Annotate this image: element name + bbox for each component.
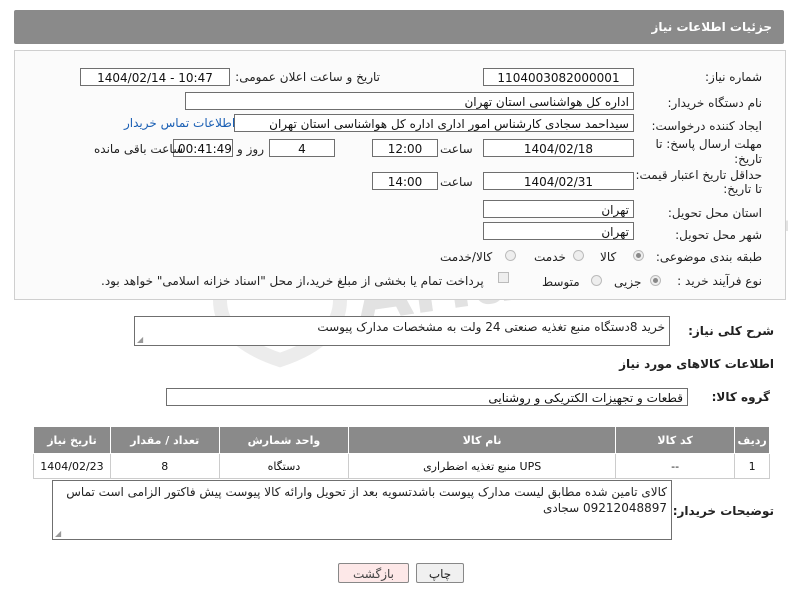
process-label: نوع فرآیند خرید :	[677, 274, 762, 288]
requester-label: ایجاد کننده درخواست:	[651, 119, 762, 133]
col-row: ردیف	[734, 426, 770, 454]
buyer-notes-line2: 09212048897 سجادی	[543, 501, 667, 515]
page-title: جزئیات اطلاعات نیاز	[651, 20, 772, 34]
process-medium-radio[interactable]	[591, 275, 602, 286]
goods-group-label: گروه کالا:	[711, 390, 770, 404]
cell-name: منبع تغذیه اضطراری UPS	[348, 453, 617, 479]
col-need-date: تاریخ نیاز	[33, 426, 111, 454]
col-quantity: تعداد / مقدار	[109, 426, 220, 454]
price-validity-label-line2: تا تاریخ:	[723, 182, 762, 196]
deadline-label-line2: تاریخ:	[734, 152, 762, 166]
requester-field: سیداحمد سجادی کارشناس امور اداری اداره ک…	[234, 114, 634, 132]
announce-label: تاریخ و ساعت اعلان عمومی:	[235, 70, 380, 84]
remaining-time-label: ساعت باقی مانده	[94, 142, 184, 156]
deadline-time-field: 12:00	[372, 139, 438, 157]
print-button[interactable]: چاپ	[416, 563, 464, 583]
goods-table-header: تاریخ نیاز تعداد / مقدار واحد شمارش نام …	[33, 426, 770, 454]
category-goods-service-label: کالا/خدمت	[440, 250, 493, 264]
deadline-label-line1: مهلت ارسال پاسخ: تا	[655, 137, 762, 151]
category-label: طبقه بندی موضوعی:	[655, 250, 762, 264]
cell-unit: دستگاه	[218, 453, 350, 479]
buyer-org-label: نام دستگاه خریدار:	[667, 96, 763, 110]
col-name: نام کالا	[348, 426, 617, 454]
process-medium-label: متوسط	[542, 275, 580, 289]
treasury-payment-note: پرداخت تمام یا بخشی از مبلغ خرید،از محل …	[101, 274, 484, 288]
table-row: 1404/02/23 8 دستگاه منبع تغذیه اضطراری U…	[33, 453, 770, 479]
province-label: استان محل تحویل:	[667, 206, 762, 220]
need-number-label: شماره نیاز:	[705, 70, 762, 84]
province-field: تهران	[483, 200, 634, 218]
announce-field: 1404/02/14 - 10:47	[80, 68, 230, 86]
page-header: جزئیات اطلاعات نیاز	[14, 10, 784, 44]
category-service-radio[interactable]	[573, 250, 584, 261]
cell-row: 1	[734, 453, 770, 479]
city-label: شهر محل تحویل:	[675, 228, 762, 242]
price-validity-label-line1: حداقل تاریخ اعتبار قیمت:	[635, 168, 762, 182]
category-goods-radio[interactable]	[633, 250, 644, 261]
goods-section-title: اطلاعات کالاهای مورد نیاز	[619, 357, 774, 371]
price-validity-time-label: ساعت	[440, 175, 473, 189]
process-minor-label: جزیی	[614, 275, 642, 289]
buyer-contact-link[interactable]: اطلاعات تماس خریدار	[124, 116, 235, 130]
category-goods-label: کالا	[600, 250, 617, 264]
need-number-field: 1104003082000001	[483, 68, 634, 86]
description-label: شرح کلی نیاز:	[688, 324, 774, 338]
goods-group-field: قطعات و تجهیزات الکتریکی و روشنایی	[166, 388, 688, 406]
process-minor-radio[interactable]	[650, 275, 661, 286]
city-field: تهران	[483, 222, 634, 240]
treasury-payment-checkbox[interactable]	[498, 272, 509, 283]
col-unit: واحد شمارش	[218, 426, 350, 454]
cell-need-date: 1404/02/23	[33, 453, 111, 479]
buyer-notes-box: کالای تامین شده مطابق لیست مدارک پیوست ب…	[52, 480, 672, 540]
resize-grip-icon: ◢	[55, 529, 62, 538]
description-text: خرید 8دستگاه منبع تغذیه صنعتی 24 ولت به …	[317, 320, 665, 334]
buyer-org-field: اداره کل هواشناسی استان تهران	[185, 92, 634, 110]
category-service-label: خدمت	[534, 250, 566, 264]
category-goods-service-radio[interactable]	[505, 250, 516, 261]
deadline-date-field: 1404/02/18	[483, 139, 634, 157]
resize-grip-icon: ◢	[137, 335, 144, 344]
buyer-notes-line1: کالای تامین شده مطابق لیست مدارک پیوست ب…	[66, 485, 667, 499]
price-validity-time-field: 14:00	[372, 172, 438, 190]
price-validity-date-field: 1404/02/31	[483, 172, 634, 190]
deadline-time-label: ساعت	[440, 142, 473, 156]
deadline-days-label: روز و	[237, 142, 264, 156]
cell-quantity: 8	[109, 453, 220, 479]
col-code: کد کالا	[615, 426, 736, 454]
buyer-notes-label: توضیحات خریدار:	[672, 504, 774, 518]
goods-table: تاریخ نیاز تعداد / مقدار واحد شمارش نام …	[33, 426, 770, 479]
description-box: خرید 8دستگاه منبع تغذیه صنعتی 24 ولت به …	[134, 316, 670, 346]
back-button[interactable]: بازگشت	[338, 563, 409, 583]
cell-code: --	[615, 453, 736, 479]
deadline-days-field: 4	[269, 139, 335, 157]
